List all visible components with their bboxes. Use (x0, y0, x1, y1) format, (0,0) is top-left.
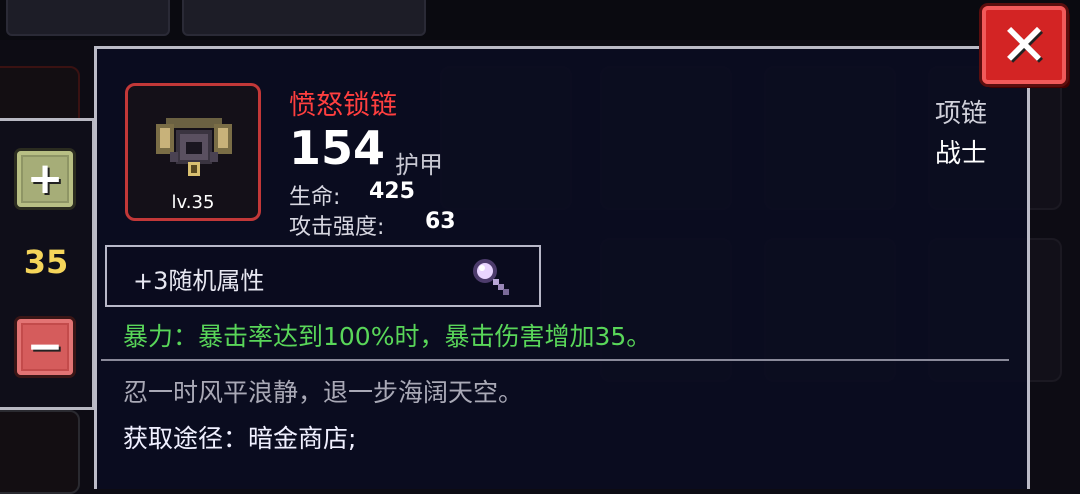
close-button[interactable]: ✕ (982, 6, 1066, 84)
stat-label: 生命: (289, 185, 341, 210)
top-tab-right[interactable] (182, 0, 426, 36)
inventory-slot[interactable] (0, 410, 80, 494)
item-icon-frame: lv.35 (125, 83, 261, 221)
plus-icon: + (26, 153, 64, 204)
random-attribute-label: +3随机属性 (133, 267, 265, 295)
magnifier-icon[interactable] (467, 255, 515, 299)
top-tab-left[interactable] (6, 0, 170, 36)
armor-label: 护甲 (395, 151, 443, 179)
minus-icon: − (26, 321, 64, 372)
stat-value: 63 (425, 209, 456, 234)
item-detail-panel: lv.35 愤怒锁链 154 护甲 生命: 425 攻击强度: 63 项链 战士… (94, 46, 1030, 489)
item-level-label: lv.35 (171, 192, 215, 213)
close-icon: ✕ (999, 11, 1049, 79)
stat-label: 攻击强度: (289, 215, 385, 240)
item-type: 项链 (934, 99, 987, 129)
level-increase-button[interactable]: + (17, 151, 73, 207)
random-attribute-box[interactable]: +3随机属性 (105, 245, 541, 307)
item-flavor-text: 忍一时风平浪静，退一步海阔天空。 (123, 378, 524, 407)
item-source: 获取途径：暗金商店; (123, 424, 357, 453)
level-adjust-panel: + 35 − (0, 118, 95, 410)
item-class: 战士 (934, 139, 987, 169)
level-decrease-button[interactable]: − (17, 319, 73, 375)
divider (101, 359, 1009, 361)
stat-value: 425 (369, 179, 415, 204)
armor-value: 154 (289, 121, 386, 175)
item-skill-description: 暴力：暴击率达到100%时，暴击伤害增加35。 (123, 322, 652, 351)
necklace-icon (156, 118, 232, 176)
item-name: 愤怒锁链 (289, 90, 397, 121)
level-value: 35 (23, 243, 69, 281)
